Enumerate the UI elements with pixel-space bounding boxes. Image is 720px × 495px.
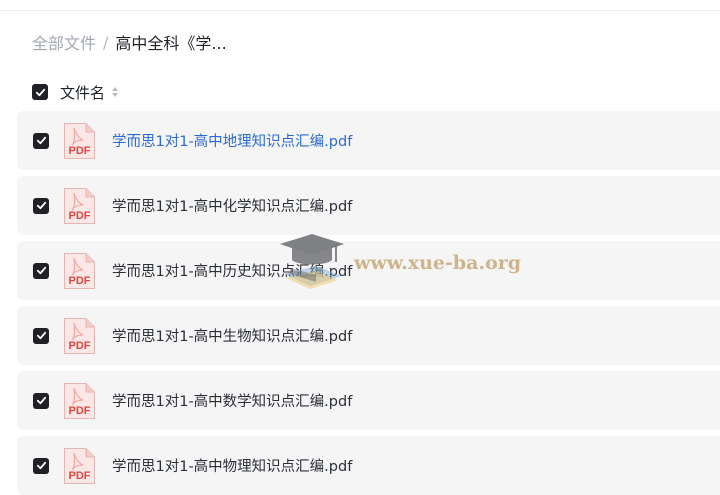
file-row-checkbox[interactable] — [33, 132, 49, 149]
file-row[interactable]: PDF 学而思1对1-高中化学知识点汇编.pdf — [17, 176, 720, 235]
file-name-link[interactable]: 学而思1对1-高中生物知识点汇编.pdf — [112, 325, 352, 346]
checkmark-icon — [35, 88, 45, 96]
file-row-checkbox[interactable] — [33, 392, 49, 409]
breadcrumb-current-folder: 高中全科《学... — [115, 34, 227, 53]
file-row-checkbox[interactable] — [33, 457, 49, 474]
breadcrumb-root-link[interactable]: 全部文件 — [32, 30, 96, 54]
checkmark-icon — [36, 396, 46, 405]
breadcrumb-separator: / — [103, 32, 109, 52]
pdf-icon: PDF — [64, 447, 95, 484]
file-row-checkbox[interactable] — [33, 197, 49, 214]
pdf-icon-label: PDF — [69, 470, 91, 482]
file-name-link[interactable]: 学而思1对1-高中地理知识点汇编.pdf — [112, 130, 352, 151]
checkmark-icon — [36, 331, 46, 340]
file-row[interactable]: PDF 学而思1对1-高中地理知识点汇编.pdf — [17, 111, 720, 170]
file-row[interactable]: PDF 学而思1对1-高中物理知识点汇编.pdf — [17, 436, 720, 495]
file-name-link[interactable]: 学而思1对1-高中数学知识点汇编.pdf — [112, 390, 352, 411]
pdf-icon-label: PDF — [69, 275, 91, 287]
breadcrumb: 全部文件 / 高中全科《学... — [32, 28, 227, 56]
top-divider — [0, 10, 720, 11]
pdf-icon-label: PDF — [69, 145, 91, 157]
select-all-checkbox[interactable] — [32, 84, 48, 100]
checkmark-icon — [36, 266, 46, 275]
pdf-icon-label: PDF — [69, 405, 91, 417]
file-row[interactable]: PDF 学而思1对1-高中生物知识点汇编.pdf — [17, 306, 720, 365]
checkmark-icon — [36, 136, 46, 145]
file-name-link[interactable]: 学而思1对1-高中历史知识点汇编.pdf — [112, 260, 352, 281]
pdf-icon: PDF — [64, 382, 95, 419]
pdf-icon: PDF — [64, 252, 95, 289]
pdf-icon: PDF — [64, 122, 95, 159]
file-row[interactable]: PDF 学而思1对1-高中历史知识点汇编.pdf — [17, 241, 720, 300]
checkmark-icon — [36, 201, 46, 210]
file-name-link[interactable]: 学而思1对1-高中化学知识点汇编.pdf — [112, 195, 352, 216]
file-row-checkbox[interactable] — [33, 327, 49, 344]
pdf-icon-label: PDF — [69, 210, 91, 222]
pdf-icon-label: PDF — [69, 340, 91, 352]
file-name-link[interactable]: 学而思1对1-高中物理知识点汇编.pdf — [112, 455, 352, 476]
pdf-icon: PDF — [64, 317, 95, 354]
file-row-checkbox[interactable] — [33, 262, 49, 279]
pdf-icon: PDF — [64, 187, 95, 224]
checkmark-icon — [36, 461, 46, 470]
sort-icon[interactable] — [111, 85, 119, 99]
file-list-header: 文件名 — [32, 80, 119, 104]
column-header-filename[interactable]: 文件名 — [60, 82, 105, 103]
file-row[interactable]: PDF 学而思1对1-高中数学知识点汇编.pdf — [17, 371, 720, 430]
